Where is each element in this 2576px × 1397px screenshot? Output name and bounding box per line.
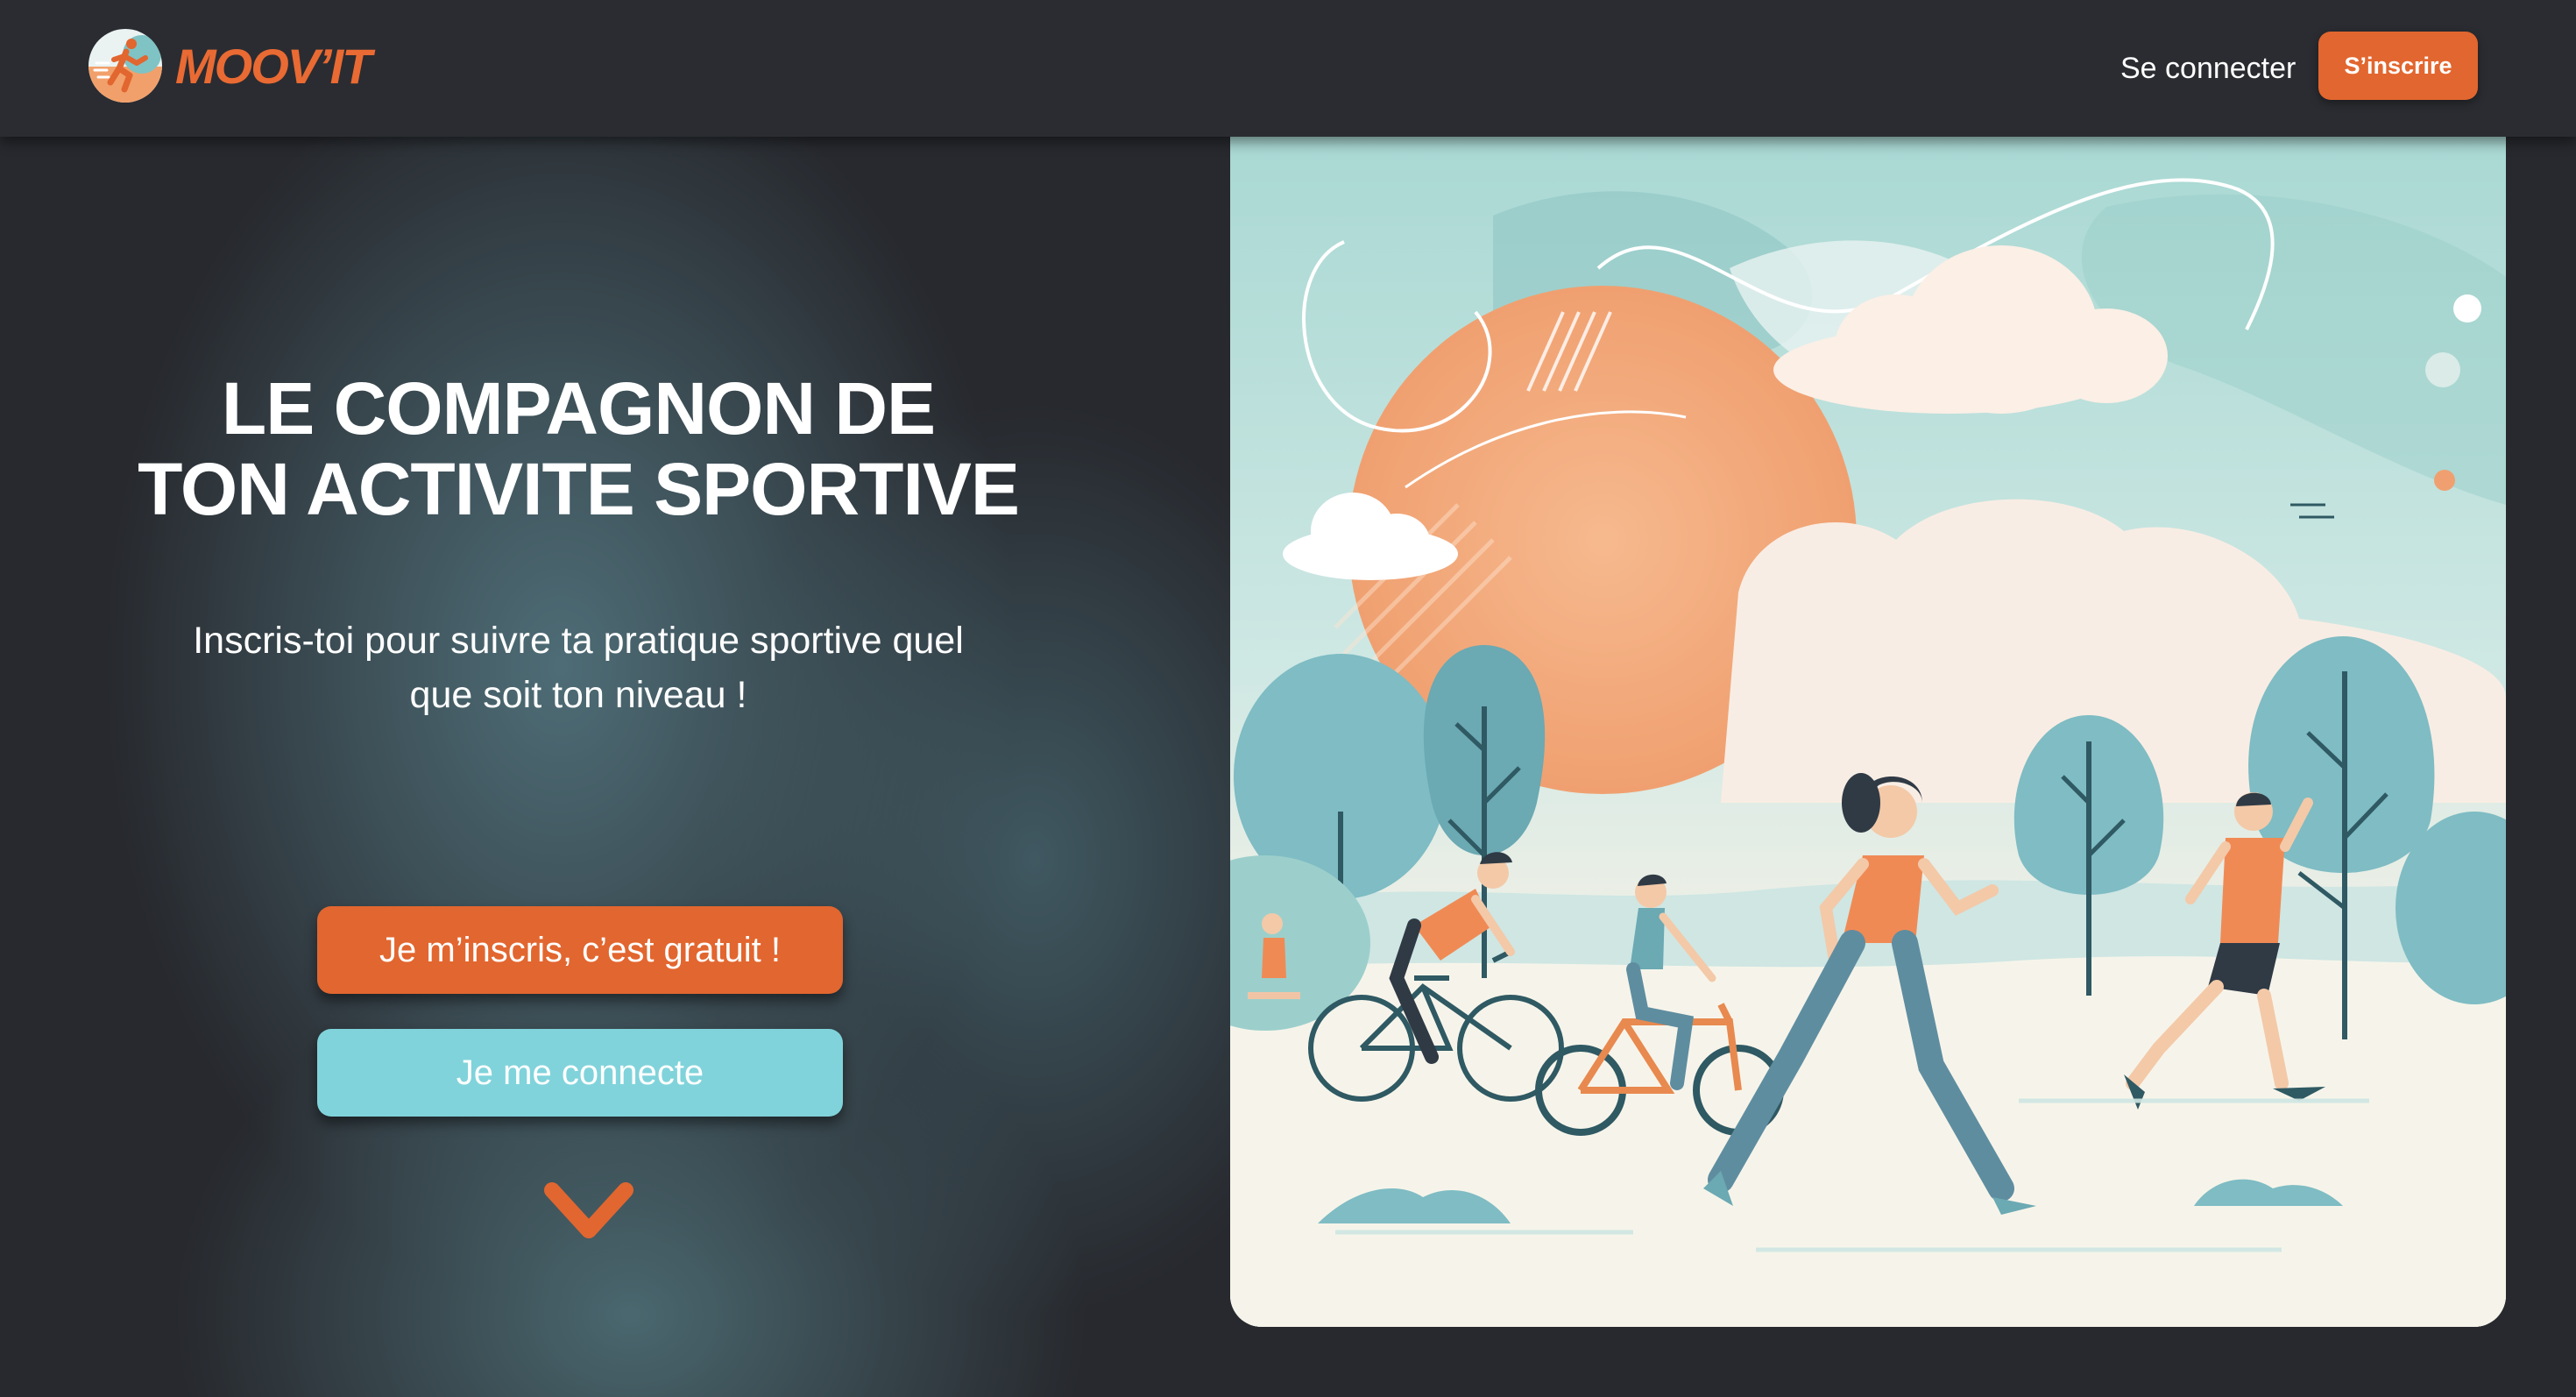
logo-text: MOOV’IT — [175, 38, 372, 94]
hero-title-line2: TON ACTIVITE SPORTIVE — [138, 448, 1020, 530]
sports-illustration — [1230, 137, 2506, 1327]
logo[interactable]: MOOV’IT — [88, 28, 372, 103]
hero-title-line1: LE COMPAGNON DE — [221, 367, 936, 450]
signup-free-button[interactable]: Je m’inscris, c’est gratuit ! — [317, 906, 843, 994]
login-button[interactable]: Je me connecte — [317, 1029, 843, 1117]
landing-page: MOOV’IT Se connecter S’inscrire LE COMPA… — [0, 0, 2576, 1397]
hero-title: LE COMPAGNON DE TON ACTIVITE SPORTIVE — [131, 368, 1025, 529]
signup-button[interactable]: S’inscrire — [2318, 32, 2478, 100]
runner-logo-icon — [88, 29, 162, 103]
navbar: MOOV’IT Se connecter S’inscrire — [0, 0, 2576, 137]
chevron-down-icon[interactable] — [536, 1174, 641, 1253]
login-link[interactable]: Se connecter — [2120, 44, 2296, 93]
hero-illustration — [1230, 137, 2506, 1327]
hero-subtitle: Inscris-toi pour suivre ta pratique spor… — [158, 613, 999, 722]
hero-subtitle-line2: que soit ton niveau ! — [409, 674, 747, 716]
hero-subtitle-line1: Inscris-toi pour suivre ta pratique spor… — [193, 620, 964, 662]
